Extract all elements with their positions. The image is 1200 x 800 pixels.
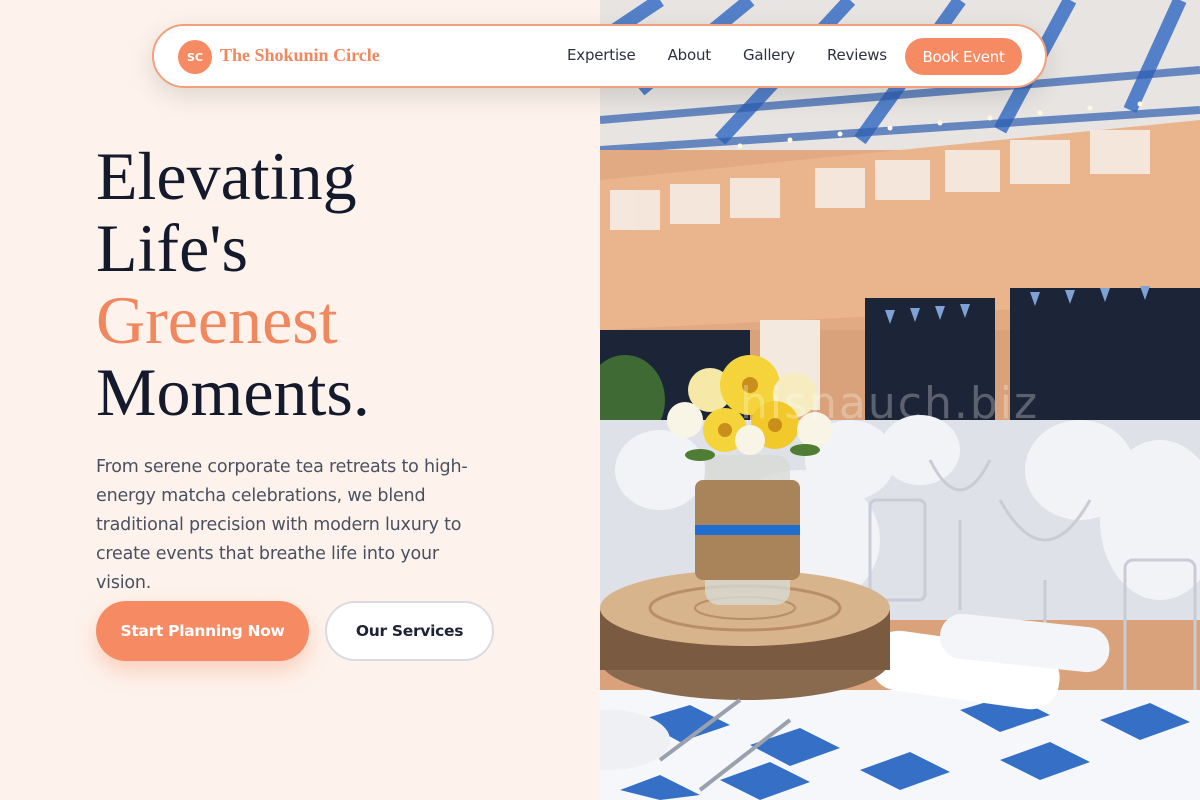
hero-image: hisnauch.biz	[600, 0, 1200, 800]
start-planning-button[interactable]: Start Planning Now	[96, 601, 309, 661]
brand-name[interactable]: The Shokunin Circle	[220, 45, 380, 66]
book-event-button[interactable]: Book Event	[905, 38, 1022, 75]
nav-links: Expertise About Gallery Reviews	[567, 46, 887, 64]
headline-accent: Greenest	[96, 282, 338, 358]
nav-link-expertise[interactable]: Expertise	[567, 46, 636, 64]
headline-line-2: Life's	[96, 210, 248, 286]
headline-line-4: Moments.	[96, 354, 370, 430]
hero-left-panel: Elevating Life's Greenest Moments. From …	[0, 0, 600, 800]
hero-headline: Elevating Life's Greenest Moments.	[96, 140, 370, 428]
our-services-button[interactable]: Our Services	[325, 601, 494, 661]
image-watermark: hisnauch.biz	[740, 378, 1040, 429]
nav-link-reviews[interactable]: Reviews	[827, 46, 887, 64]
nav-link-gallery[interactable]: Gallery	[743, 46, 795, 64]
nav-link-about[interactable]: About	[668, 46, 712, 64]
hero-description: From serene corporate tea retreats to hi…	[96, 457, 468, 593]
headline-line-1: Elevating	[96, 138, 357, 214]
top-navbar: SC The Shokunin Circle Expertise About G…	[152, 24, 1047, 88]
logo-badge[interactable]: SC	[178, 40, 212, 74]
